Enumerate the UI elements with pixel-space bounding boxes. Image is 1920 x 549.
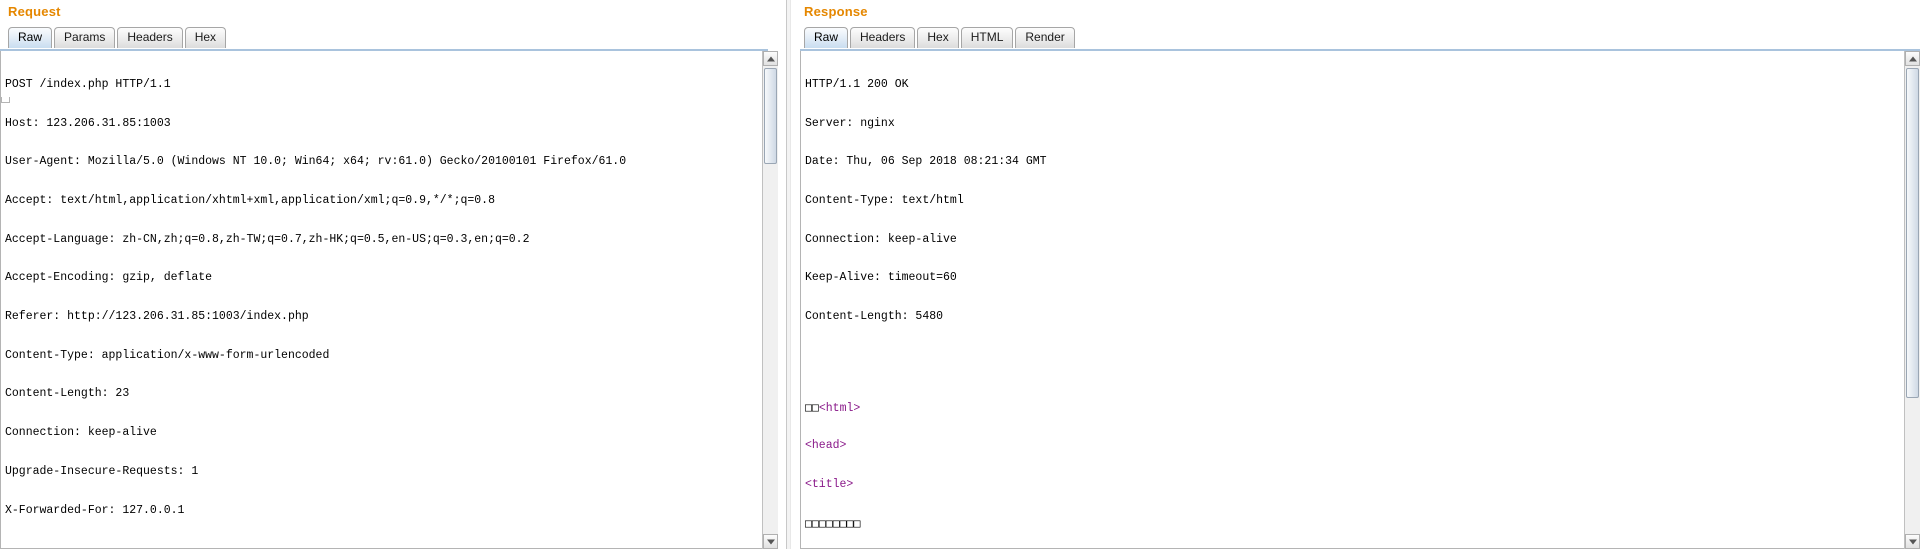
tab-request-raw[interactable]: Raw [8,27,53,48]
response-vertical-scrollbar[interactable] [1904,51,1920,549]
scroll-up-arrow-icon[interactable] [1905,51,1920,66]
response-line: Server: nginx [805,116,895,130]
tag-html-open: <html> [818,402,861,416]
tag-title-open: <title> [805,477,854,491]
response-line: Connection: keep-alive [805,232,957,246]
request-line: X-Forwarded-For: 127.0.0.1 [5,503,185,517]
response-html-line: □□<html> [805,400,1903,416]
response-raw-text: HTTP/1.1 200 OK Server: nginx Date: Thu,… [805,53,1903,548]
scroll-down-arrow-icon[interactable] [763,534,778,549]
request-raw-editor[interactable]: POST /index.php HTTP/1.1 Host: 123.206.3… [0,51,778,549]
response-line: HTTP/1.1 200 OK [805,77,909,91]
response-line: Content-Length: 5480 [805,310,944,324]
response-panel-title: Response [804,4,868,19]
request-line: Referer: http://123.206.31.85:1003/index… [5,310,309,324]
burp-repeater-view: Request Raw Params Headers Hex POST /ind… [0,0,1920,549]
request-line: Content-Type: application/x-www-form-url… [5,348,330,362]
tab-request-hex[interactable]: Hex [184,27,227,48]
response-line: Content-Type: text/html [805,193,964,207]
request-line: Content-Length: 23 [5,387,130,401]
request-line: Accept: text/html,application/xhtml+xml,… [5,193,495,207]
tag-head-open: <head> [805,439,847,453]
tab-response-headers[interactable]: Headers [850,27,916,48]
title-cjk-text: □□□□□□□□ [805,516,861,531]
panel-divider[interactable] [786,0,791,549]
request-blank-line [5,543,761,548]
request-tabs: Raw Params Headers Hex [8,27,228,49]
request-line: Accept-Language: zh-CN,zh;q=0.8,zh-TW;q=… [5,232,530,246]
response-line: Keep-Alive: timeout=60 [805,271,957,285]
tab-response-raw[interactable]: Raw [804,27,849,48]
response-panel: Response Raw Headers Hex HTML Render HTT… [800,0,1920,549]
response-tabs: Raw Headers Hex HTML Render [804,27,1077,49]
request-panel-title: Request [8,4,61,19]
response-bom-boxes: □□ [805,400,819,415]
scroll-thumb[interactable] [764,68,777,164]
request-vertical-scrollbar[interactable] [762,51,778,549]
response-line: Date: Thu, 06 Sep 2018 08:21:34 GMT [805,155,1047,169]
scroll-down-arrow-icon[interactable] [1905,534,1920,549]
response-blank-line [805,350,1903,363]
request-line: Connection: keep-alive [5,426,157,440]
tab-response-render[interactable]: Render [1015,27,1075,48]
request-line: Host: 123.206.31.85:1003 [5,116,171,130]
tab-request-headers[interactable]: Headers [117,27,183,48]
request-panel: Request Raw Params Headers Hex POST /ind… [0,0,782,549]
scroll-up-arrow-icon[interactable] [763,51,778,66]
request-line: Accept-Encoding: gzip, deflate [5,271,213,285]
response-html-line: <head> [805,439,1903,453]
request-line: Upgrade-Insecure-Requests: 1 [5,464,199,478]
response-html-line: □□□□□□□□ [805,517,1903,530]
request-line: User-Agent: Mozilla/5.0 (Windows NT 10.0… [5,155,627,169]
tab-request-params[interactable]: Params [54,27,116,48]
tab-response-html[interactable]: HTML [960,27,1014,48]
tab-response-hex[interactable]: Hex [917,27,959,48]
scroll-thumb[interactable] [1906,68,1919,398]
response-raw-editor[interactable]: HTTP/1.1 200 OK Server: nginx Date: Thu,… [800,51,1920,549]
response-html-line: <title> [805,477,1903,492]
request-line: POST /index.php HTTP/1.1 [5,77,171,91]
request-raw-text: POST /index.php HTTP/1.1 Host: 123.206.3… [5,53,761,548]
